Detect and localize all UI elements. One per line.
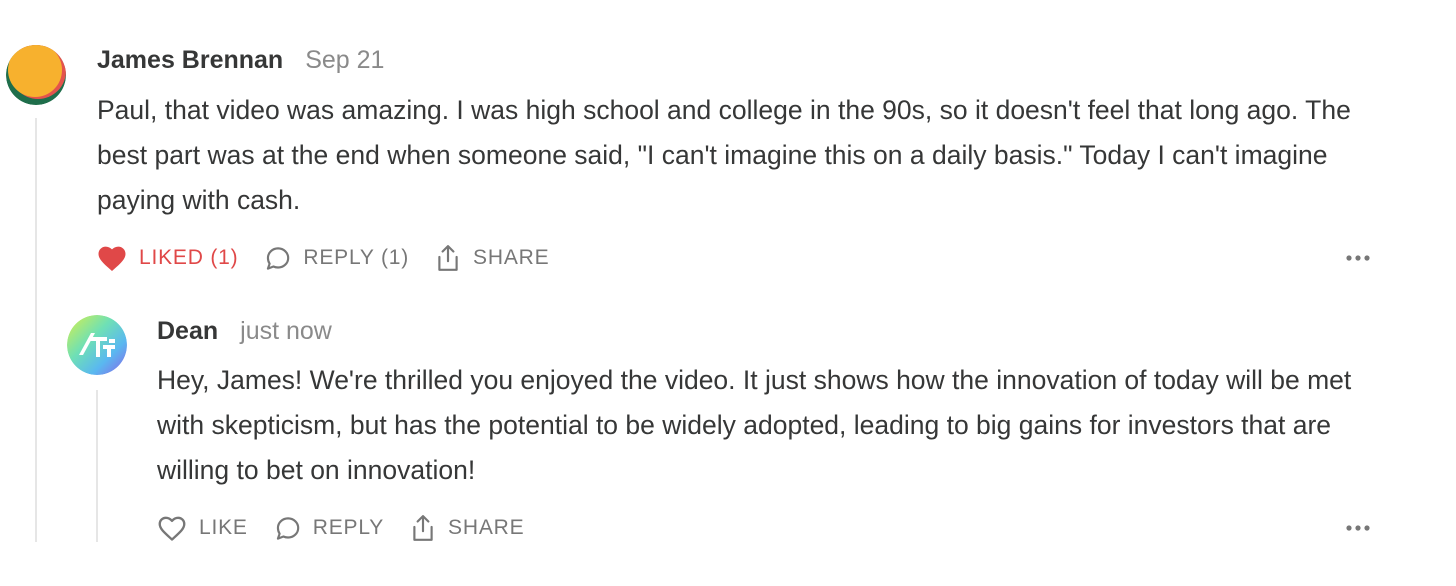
thread-line-main [35,118,37,542]
speech-bubble-icon [267,246,290,270]
speech-bubble-icon [276,516,299,540]
share-label: SHARE [448,516,525,539]
comment-actions: LIKED (1) REPLY (1) SHARE [97,243,549,273]
more-horizontal-icon [1346,525,1370,531]
comment-body: Paul, that video was amazing. I was high… [97,95,1351,215]
heart-outline-icon [158,516,186,541]
more-options-button[interactable] [1346,518,1370,538]
like-label: LIKED (1) [139,246,239,269]
comment-header: James Brennan Sep 21 [97,46,384,75]
share-label: SHARE [473,246,550,269]
comment-body: Hey, James! We're thrilled you enjoyed t… [157,365,1352,485]
reply-label: REPLY (1) [303,246,410,269]
avatar[interactable] [6,45,66,105]
share-button[interactable]: SHARE [435,244,549,272]
more-horizontal-icon [1346,255,1370,261]
thread-line-reply [96,390,98,542]
comment-actions: LIKE REPLY SHARE [157,513,524,543]
share-button[interactable]: SHARE [410,514,524,542]
reply-button[interactable]: REPLY [274,515,384,542]
comment-date[interactable]: Sep 21 [305,46,384,75]
reply-button[interactable]: REPLY (1) [264,245,409,272]
like-button[interactable]: LIKED (1) [97,245,238,272]
author-name[interactable]: James Brennan [97,46,283,75]
gradient-logo-avatar-icon [67,315,127,375]
like-button[interactable]: LIKE [157,515,248,542]
more-options-button[interactable] [1346,248,1370,268]
heart-filled-icon [98,246,126,271]
reply-label: REPLY [312,516,385,539]
comment-date[interactable]: just now [240,317,332,346]
avatar[interactable] [67,315,127,375]
share-icon [438,245,458,271]
comment-header: Dean just now [157,317,332,346]
orange-circle-avatar-icon [6,45,66,105]
author-name[interactable]: Dean [157,317,218,346]
like-label: LIKE [199,516,248,539]
share-icon [413,515,433,541]
